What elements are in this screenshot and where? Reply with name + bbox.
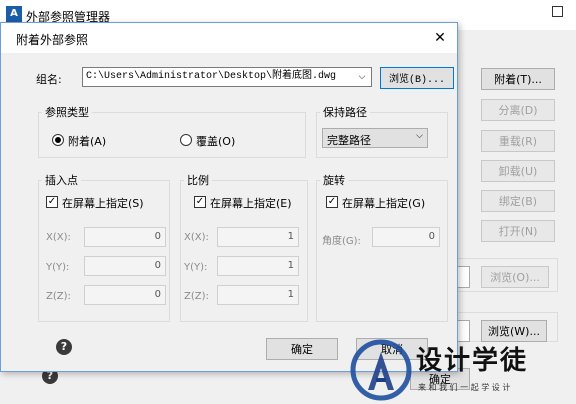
reload-button: 重载(R) — [481, 130, 555, 152]
path-type-title: 保持路径 — [320, 104, 370, 120]
insertion-onscreen-label: 在屏幕上指定(S) — [62, 197, 144, 210]
insertion-y-field: 0 — [84, 256, 166, 276]
attach-radio-label: 附着(A) — [68, 135, 107, 148]
name-label: 组名: — [36, 73, 62, 86]
open-button: 打开(N) — [481, 220, 555, 242]
scale-title: 比例 — [184, 172, 212, 188]
dialog-ok-button[interactable]: 确定 — [266, 338, 338, 360]
dialog-title: 附着外部参照 — [16, 33, 89, 47]
scale-y-label: Y(Y): — [184, 262, 208, 273]
watermark-logo: 设计学徒 来 和 我 们 一 起 学 设 计 — [346, 334, 576, 404]
overlay-radio-label: 覆盖(O) — [196, 135, 236, 148]
dialog-help-icon[interactable]: ? — [56, 339, 72, 355]
insertion-x-label: X(X): — [46, 232, 71, 243]
rotation-onscreen-checkbox[interactable]: ✓ — [326, 196, 338, 208]
scale-z-label: Z(Z): — [184, 291, 209, 302]
insertion-onscreen-checkbox[interactable]: ✓ — [46, 196, 58, 208]
xref-manager-maximize-icon[interactable] — [552, 6, 563, 17]
bind-button: 绑定(B) — [481, 190, 555, 212]
rotation-angle-label: 角度(G): — [322, 236, 361, 247]
found-at-input[interactable] — [456, 266, 470, 288]
attach-button[interactable]: 附着(T)... — [481, 68, 555, 90]
rotation-onscreen-label: 在屏幕上指定(G) — [342, 197, 426, 210]
scale-onscreen-label: 在屏幕上指定(E) — [210, 197, 292, 210]
dialog-close-icon[interactable]: ✕ — [430, 28, 450, 48]
rotation-angle-field: 0 — [372, 227, 440, 247]
scale-x-field: 1 — [217, 227, 299, 247]
insertion-x-field: 0 — [84, 227, 166, 247]
attach-radio[interactable] — [52, 134, 64, 146]
path-type-select[interactable]: 完整路径 ⌵ — [322, 128, 428, 148]
insertion-z-field: 0 — [84, 285, 166, 305]
insertion-y-label: Y(Y): — [46, 262, 70, 273]
app-icon: A — [6, 6, 22, 22]
name-combobox[interactable]: C:\Users\Administrator\Desktop\附着底图.dwg — [82, 67, 372, 87]
path-type-chevron-icon: ⌵ — [416, 131, 423, 141]
scale-z-field: 1 — [217, 285, 299, 305]
ref-type-title: 参照类型 — [42, 104, 92, 120]
browse-b-button[interactable]: 浏览(B)... — [380, 67, 454, 89]
detach-button: 分离(D) — [481, 99, 555, 121]
scale-onscreen-checkbox[interactable]: ✓ — [194, 196, 206, 208]
insertion-z-label: Z(Z): — [46, 291, 71, 302]
name-value: C:\Users\Administrator\Desktop\附着底图.dwg — [86, 71, 337, 82]
scale-x-label: X(X): — [184, 232, 209, 243]
name-dropdown-icon[interactable]: ⌵ — [354, 68, 370, 86]
overlay-radio[interactable] — [180, 134, 192, 146]
browse-o-button: 浏览(O)... — [481, 266, 549, 288]
watermark-slogan: 来 和 我 们 一 起 学 设 计 — [418, 383, 511, 392]
rotation-title: 旋转 — [320, 172, 348, 188]
unload-button: 卸载(U) — [481, 160, 555, 182]
insertion-title: 插入点 — [42, 172, 81, 188]
path-type-value: 完整路径 — [327, 134, 371, 147]
scale-y-field: 1 — [217, 256, 299, 276]
watermark-brand: 设计学徒 — [416, 346, 529, 376]
watermark-a-icon — [350, 339, 412, 401]
